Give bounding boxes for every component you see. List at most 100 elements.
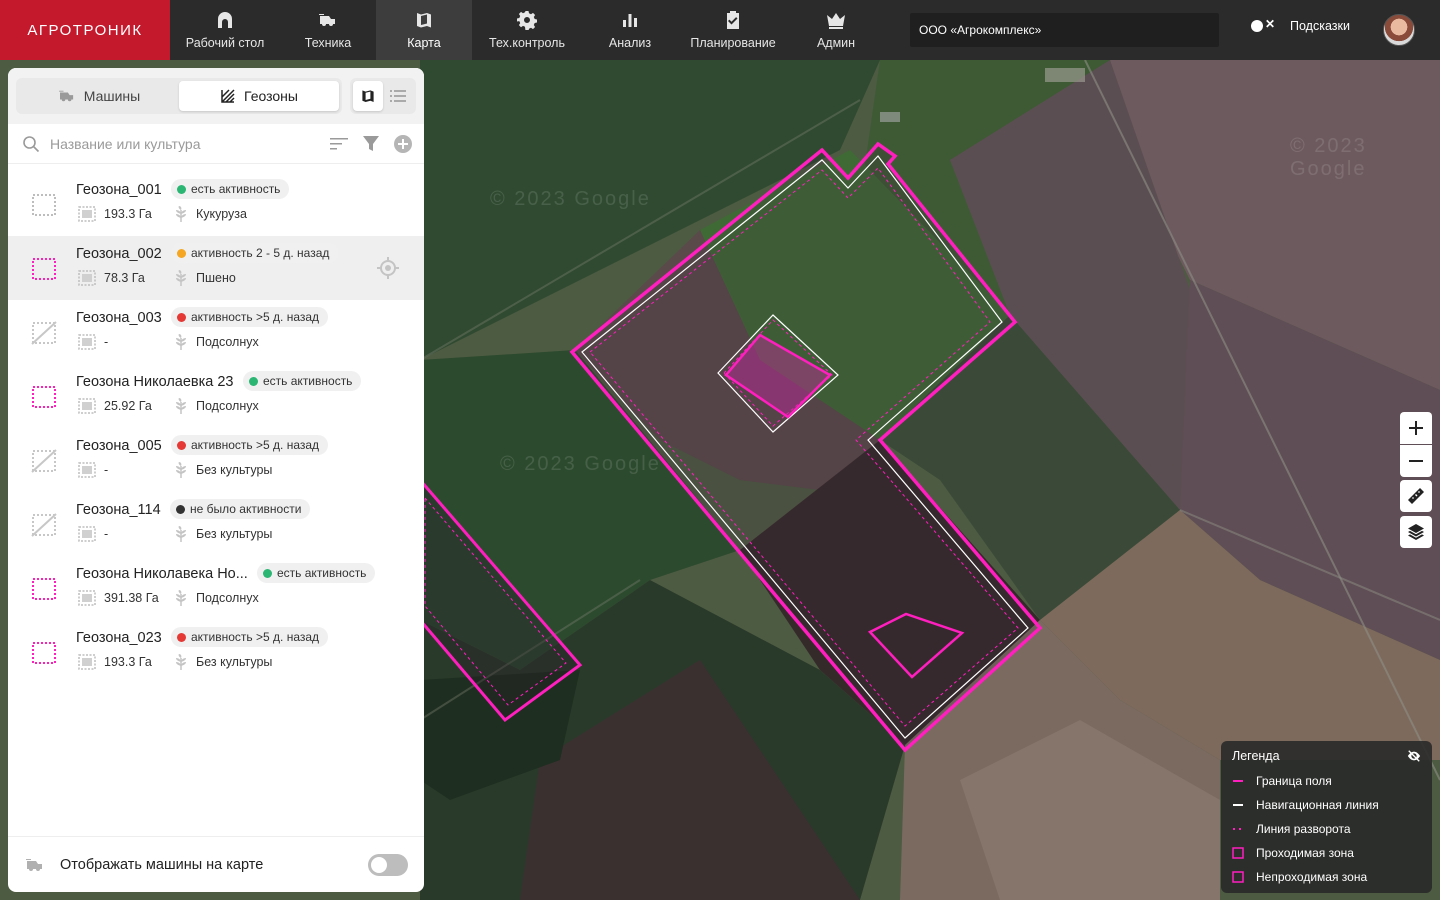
sort-icon <box>330 137 348 149</box>
status-dot-icon <box>263 568 272 578</box>
geozone-list-item[interactable]: Геозона Николавека Но... есть активность 3… <box>8 556 424 620</box>
organization-select[interactable]: ООО «Агрокомплекс» <box>910 13 1219 47</box>
legend-swatch-icon <box>1232 827 1244 831</box>
geozone-list-item[interactable]: Геозона_114 не было активности - Без культу… <box>8 492 424 556</box>
geozone-area: 25.92 Га <box>104 399 152 413</box>
geozone-crop: Пшено <box>196 271 236 285</box>
activity-status-badge: не было активности <box>170 499 311 519</box>
geozone-name: Геозона_114 <box>76 502 161 518</box>
clipboard-check-icon <box>727 11 739 29</box>
search-input[interactable] <box>50 135 318 152</box>
locate-on-map-icon[interactable] <box>376 256 400 280</box>
status-dot-icon <box>177 440 186 450</box>
crop-icon <box>172 589 190 607</box>
list-icon <box>390 90 406 102</box>
search-bar <box>8 124 424 164</box>
area-icon <box>78 206 96 222</box>
list-view-button[interactable] <box>383 81 413 111</box>
top-navigation-bar: АГРОТРОНИК Рабочий стол Техника Карта Те… <box>0 0 1440 60</box>
geozone-crop: Подсолнух <box>196 399 259 413</box>
nav-item-dashboard[interactable]: Рабочий стол <box>170 0 280 60</box>
nav-item-label: Тех.контроль <box>489 36 565 50</box>
layers-icon <box>1408 524 1424 540</box>
brand-logo-text: АГРОТРОНИК <box>27 21 143 39</box>
plus-circle-icon <box>394 134 412 153</box>
zoom-in-button[interactable] <box>1400 412 1432 444</box>
geozone-list-item[interactable]: Геозона_003 активность >5 д. назад - Подсол… <box>8 300 424 364</box>
legend-item: Непроходимая зона <box>1232 865 1421 889</box>
status-dot-icon <box>177 184 186 194</box>
activity-status-text: активность >5 д. назад <box>191 630 320 644</box>
tab-label: Машины <box>83 88 141 104</box>
area-icon <box>78 526 96 542</box>
hints-control: ✕ Подсказки <box>1250 17 1350 34</box>
geozone-list-item[interactable]: Геозона_002 активность 2 - 5 д. назад 78.3… <box>8 236 424 300</box>
zoom-out-button[interactable] <box>1400 445 1432 477</box>
nav-item-map[interactable]: Карта <box>376 0 472 60</box>
show-machines-label: Отображать машины на карте <box>60 856 264 873</box>
geozone-crop: Без культуры <box>196 527 273 541</box>
legend-swatch-icon <box>1232 803 1244 807</box>
eye-off-icon[interactable] <box>1407 750 1421 762</box>
nav-item-machinery[interactable]: Техника <box>280 0 376 60</box>
geozone-list-item[interactable]: Геозона_023 активность >5 д. назад 193.3 Г… <box>8 620 424 684</box>
harvester-icon <box>319 14 335 26</box>
legend-item-label: Непроходимая зона <box>1256 870 1368 884</box>
show-machines-toggle[interactable] <box>368 853 408 876</box>
geozone-list-item[interactable]: Геозона Николаевка 23 есть активность 25.9… <box>8 364 424 428</box>
geozone-shape-icon <box>30 512 58 538</box>
add-geozone-button[interactable] <box>392 133 414 155</box>
panel-footer: Отображать машины на карте <box>8 836 424 892</box>
geozone-crop: Без культуры <box>196 463 273 477</box>
geozone-shape-icon <box>30 384 58 410</box>
geozone-list-item[interactable]: Геозона_005 активность >5 д. назад - Без ку… <box>8 428 424 492</box>
crop-icon <box>172 269 190 287</box>
activity-status-badge: есть активность <box>257 563 376 583</box>
tab-label: Геозоны <box>244 88 298 104</box>
sort-button[interactable] <box>328 133 350 155</box>
ruler-button[interactable] <box>1400 480 1432 512</box>
geozone-crop: Без культуры <box>196 655 273 669</box>
map-view-button[interactable] <box>353 81 383 111</box>
geozone-area: 193.3 Га <box>104 207 152 221</box>
geozone-shape-icon <box>30 576 58 602</box>
tab-machines[interactable]: Машины <box>19 81 179 111</box>
geozone-area: 391.38 Га <box>104 591 159 605</box>
activity-status-badge: активность 2 - 5 д. назад <box>171 243 339 263</box>
crop-icon <box>172 333 190 351</box>
geozone-shape-icon <box>30 192 58 218</box>
activity-status-badge: активность >5 д. назад <box>171 627 329 647</box>
legend-swatch-icon <box>1232 871 1244 883</box>
filter-icon <box>363 135 379 151</box>
legend-item-label: Проходимая зона <box>1256 846 1354 860</box>
geozone-name: Геозона Николавека Но... <box>76 566 248 582</box>
map-watermark: © 2023 Google <box>1290 135 1367 180</box>
legend-header: Легенда <box>1232 749 1421 763</box>
crop-icon <box>172 653 190 671</box>
legend-item: Навигационная линия <box>1232 793 1421 817</box>
user-avatar[interactable] <box>1383 14 1415 46</box>
crop-icon <box>172 397 190 415</box>
nav-item-admin[interactable]: Админ <box>788 0 884 60</box>
filter-button[interactable] <box>360 133 382 155</box>
nav-item-label: Планирование <box>690 36 776 50</box>
legend-swatch-icon <box>1232 847 1244 859</box>
geozone-area: - <box>104 463 109 477</box>
activity-status-badge: есть активность <box>243 371 362 391</box>
status-dot-icon <box>177 248 186 258</box>
geozone-list-item[interactable]: Геозона_001 есть активность 193.3 Га Кукуру… <box>8 172 424 236</box>
tab-geozones[interactable]: Геозоны <box>179 81 339 111</box>
nav-item-analysis[interactable]: Анализ <box>582 0 678 60</box>
legend-item: Граница поля <box>1232 769 1421 793</box>
brand-logo[interactable]: АГРОТРОНИК <box>0 0 170 60</box>
home-icon <box>218 12 232 28</box>
crop-icon <box>172 205 190 223</box>
nav-item-tech-control[interactable]: Тех.контроль <box>472 0 582 60</box>
hints-toggle[interactable]: ✕ <box>1250 17 1278 34</box>
activity-status-text: активность 2 - 5 д. назад <box>191 246 330 260</box>
legend-swatch-icon <box>1232 779 1244 783</box>
nav-item-planning[interactable]: Планирование <box>678 0 788 60</box>
ruler-icon <box>1408 488 1424 504</box>
layers-button[interactable] <box>1400 516 1432 548</box>
search-icon <box>23 135 40 152</box>
